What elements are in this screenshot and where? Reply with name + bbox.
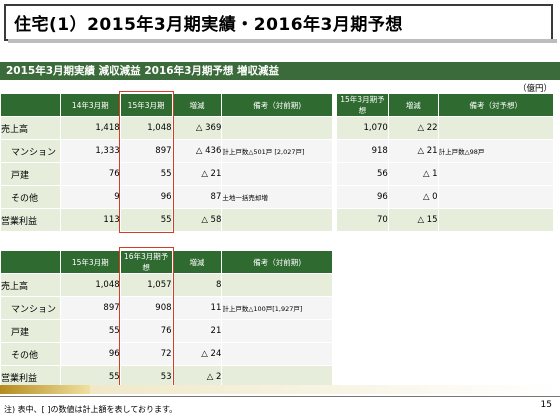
row-label: その他	[0, 342, 61, 366]
header-cell: 14年3月期	[59, 93, 121, 117]
value-cell: 1,048	[59, 273, 121, 297]
table-row: 918 △ 21 計上戸数△98戸	[336, 139, 555, 163]
header-cell	[0, 93, 61, 117]
header-cell: 増減	[171, 93, 223, 117]
row-label: マンション	[0, 139, 61, 163]
highlight-box-fy2015	[119, 91, 174, 233]
diff-cell: △ 58	[171, 208, 223, 232]
row-label: その他	[0, 185, 61, 209]
note-cell	[221, 208, 333, 232]
value-cell: 70	[336, 208, 389, 232]
header-cell: 増減	[171, 250, 223, 274]
row-label: 売上高	[0, 273, 61, 297]
header-cell: 15年3月期	[59, 250, 121, 274]
value-cell: 897	[59, 296, 121, 320]
note-cell	[437, 116, 555, 140]
table-header-row: 15年3月期予想 増減 備考（対予想）	[336, 93, 555, 117]
value-cell: 1,333	[59, 139, 121, 163]
header-cell: 備考（対予想）	[437, 93, 555, 117]
page-title: 住宅(1）2015年3月期実績・2016年3月期予想	[4, 4, 553, 41]
diff-cell: 8	[171, 273, 223, 297]
diff-cell: 21	[171, 319, 223, 343]
note-cell	[437, 208, 555, 232]
value-cell: 1,418	[59, 116, 121, 140]
value-cell: 1,070	[336, 116, 389, 140]
note-cell	[437, 185, 555, 209]
page-title-text: 住宅(1）2015年3月期実績・2016年3月期予想	[14, 15, 403, 35]
diff-cell: △ 436	[171, 139, 223, 163]
diff-cell: 87	[171, 185, 223, 209]
note-cell	[221, 342, 333, 366]
row-label: 戸建	[0, 162, 61, 186]
header-cell: 15年3月期予想	[336, 93, 389, 117]
header-cell: 増減	[387, 93, 439, 117]
forecast-comparison-table: 15年3月期予想 増減 備考（対予想） 1,070 △ 22 918 △ 21 …	[336, 93, 555, 232]
diff-cell: △ 369	[171, 116, 223, 140]
note-cell	[221, 162, 333, 186]
value-cell: 55	[59, 319, 121, 343]
note-cell	[221, 273, 333, 297]
footer-fade-bar	[90, 385, 560, 394]
diff-cell: △ 1	[387, 162, 439, 186]
diff-cell: △ 15	[387, 208, 439, 232]
note-cell: 計上戸数△501戸 [2,027戸]	[221, 139, 333, 163]
title-shadow	[8, 39, 557, 43]
diff-cell: △ 0	[387, 185, 439, 209]
row-label: 戸建	[0, 319, 61, 343]
footer-accent-bar	[0, 385, 90, 394]
diff-cell: △ 24	[171, 342, 223, 366]
footer-divider	[0, 396, 560, 397]
value-cell: 9	[59, 185, 121, 209]
value-cell: 113	[59, 208, 121, 232]
row-label: マンション	[0, 296, 61, 320]
row-label: 営業利益	[0, 208, 61, 232]
note-cell	[221, 116, 333, 140]
table-row: 70 △ 15	[336, 208, 555, 232]
note-cell	[221, 319, 333, 343]
table-row: 56 △ 1	[336, 162, 555, 186]
header-cell	[0, 250, 61, 274]
table-row: 96 △ 0	[336, 185, 555, 209]
footer-note: 注) 表中、[ ]の数値は計上額を表しております。	[4, 405, 178, 414]
diff-cell: 11	[171, 296, 223, 320]
note-cell: 計上戸数△98戸	[437, 139, 555, 163]
diff-cell: △ 21	[171, 162, 223, 186]
header-cell: 備考（対前期)	[221, 250, 333, 274]
note-cell: 土地一括売却増	[221, 185, 333, 209]
highlight-box-fy2016	[119, 247, 174, 390]
note-cell	[437, 162, 555, 186]
value-cell: 56	[336, 162, 389, 186]
value-cell: 918	[336, 139, 389, 163]
diff-cell: △ 21	[387, 139, 439, 163]
diff-cell: △ 22	[387, 116, 439, 140]
note-cell: 計上戸数△100戸[1,927戸]	[221, 296, 333, 320]
subtitle-bar: 2015年3月期実績 減収減益 2016年3月期予想 増収減益	[0, 62, 560, 80]
row-label: 売上高	[0, 116, 61, 140]
value-cell: 76	[59, 162, 121, 186]
value-cell: 96	[336, 185, 389, 209]
table-row: 1,070 △ 22	[336, 116, 555, 140]
page-number: 15	[540, 400, 552, 410]
header-cell: 備考（対前期)	[221, 93, 333, 117]
value-cell: 96	[59, 342, 121, 366]
